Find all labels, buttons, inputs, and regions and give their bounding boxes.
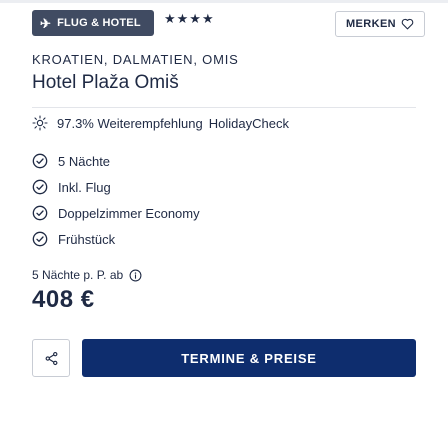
price-duration-label: 5 Nächte p. P. ab [32,268,124,282]
feature-label: Doppelzimmer Economy [58,205,200,221]
star-rating: ★★★★ [164,11,215,26]
feature-label: Inkl. Flug [58,179,111,195]
share-icon [45,351,57,365]
hotel-region: KROATIEN, DALMATIEN, OMIS [32,52,239,67]
check-circle-icon [32,205,48,221]
feature-item: 5 Nächte [32,148,200,174]
save-button[interactable]: MERKEN [335,11,425,37]
top-divider [0,0,448,3]
price-value: 408 € [32,286,95,313]
share-button[interactable] [32,339,70,377]
check-circle-icon [32,179,48,195]
info-icon[interactable] [129,269,142,282]
recommendation-text: 97.3% Weiterempfehlung [57,115,203,131]
plane-icon: ✈ [40,15,52,31]
holidaycheck-logo: HolidayCheck [208,115,289,131]
badge-label: FLUG & HOTEL [57,17,141,29]
feature-item: Inkl. Flug [32,174,200,200]
heart-icon [401,18,414,30]
dates-prices-button[interactable]: TERMINE & PREISE [82,339,416,377]
price-duration: 5 Nächte p. P. ab [32,268,142,282]
check-circle-icon [32,153,48,169]
flight-hotel-badge: ✈ FLUG & HOTEL [32,10,154,36]
feature-label: Frühstück [58,231,116,247]
save-label: MERKEN [345,18,397,30]
sun-icon [32,115,48,131]
feature-item: Doppelzimmer Economy [32,200,200,226]
hotel-name[interactable]: Hotel Plaža Omiš [32,72,179,94]
check-circle-icon [32,231,48,247]
feature-label: 5 Nächte [58,153,111,169]
section-divider [32,107,416,108]
recommendation-row: 97.3% Weiterempfehlung HolidayCheck [32,112,289,134]
feature-list: 5 Nächte Inkl. Flug Doppelzimmer Economy… [32,148,200,252]
feature-item: Frühstück [32,226,200,252]
